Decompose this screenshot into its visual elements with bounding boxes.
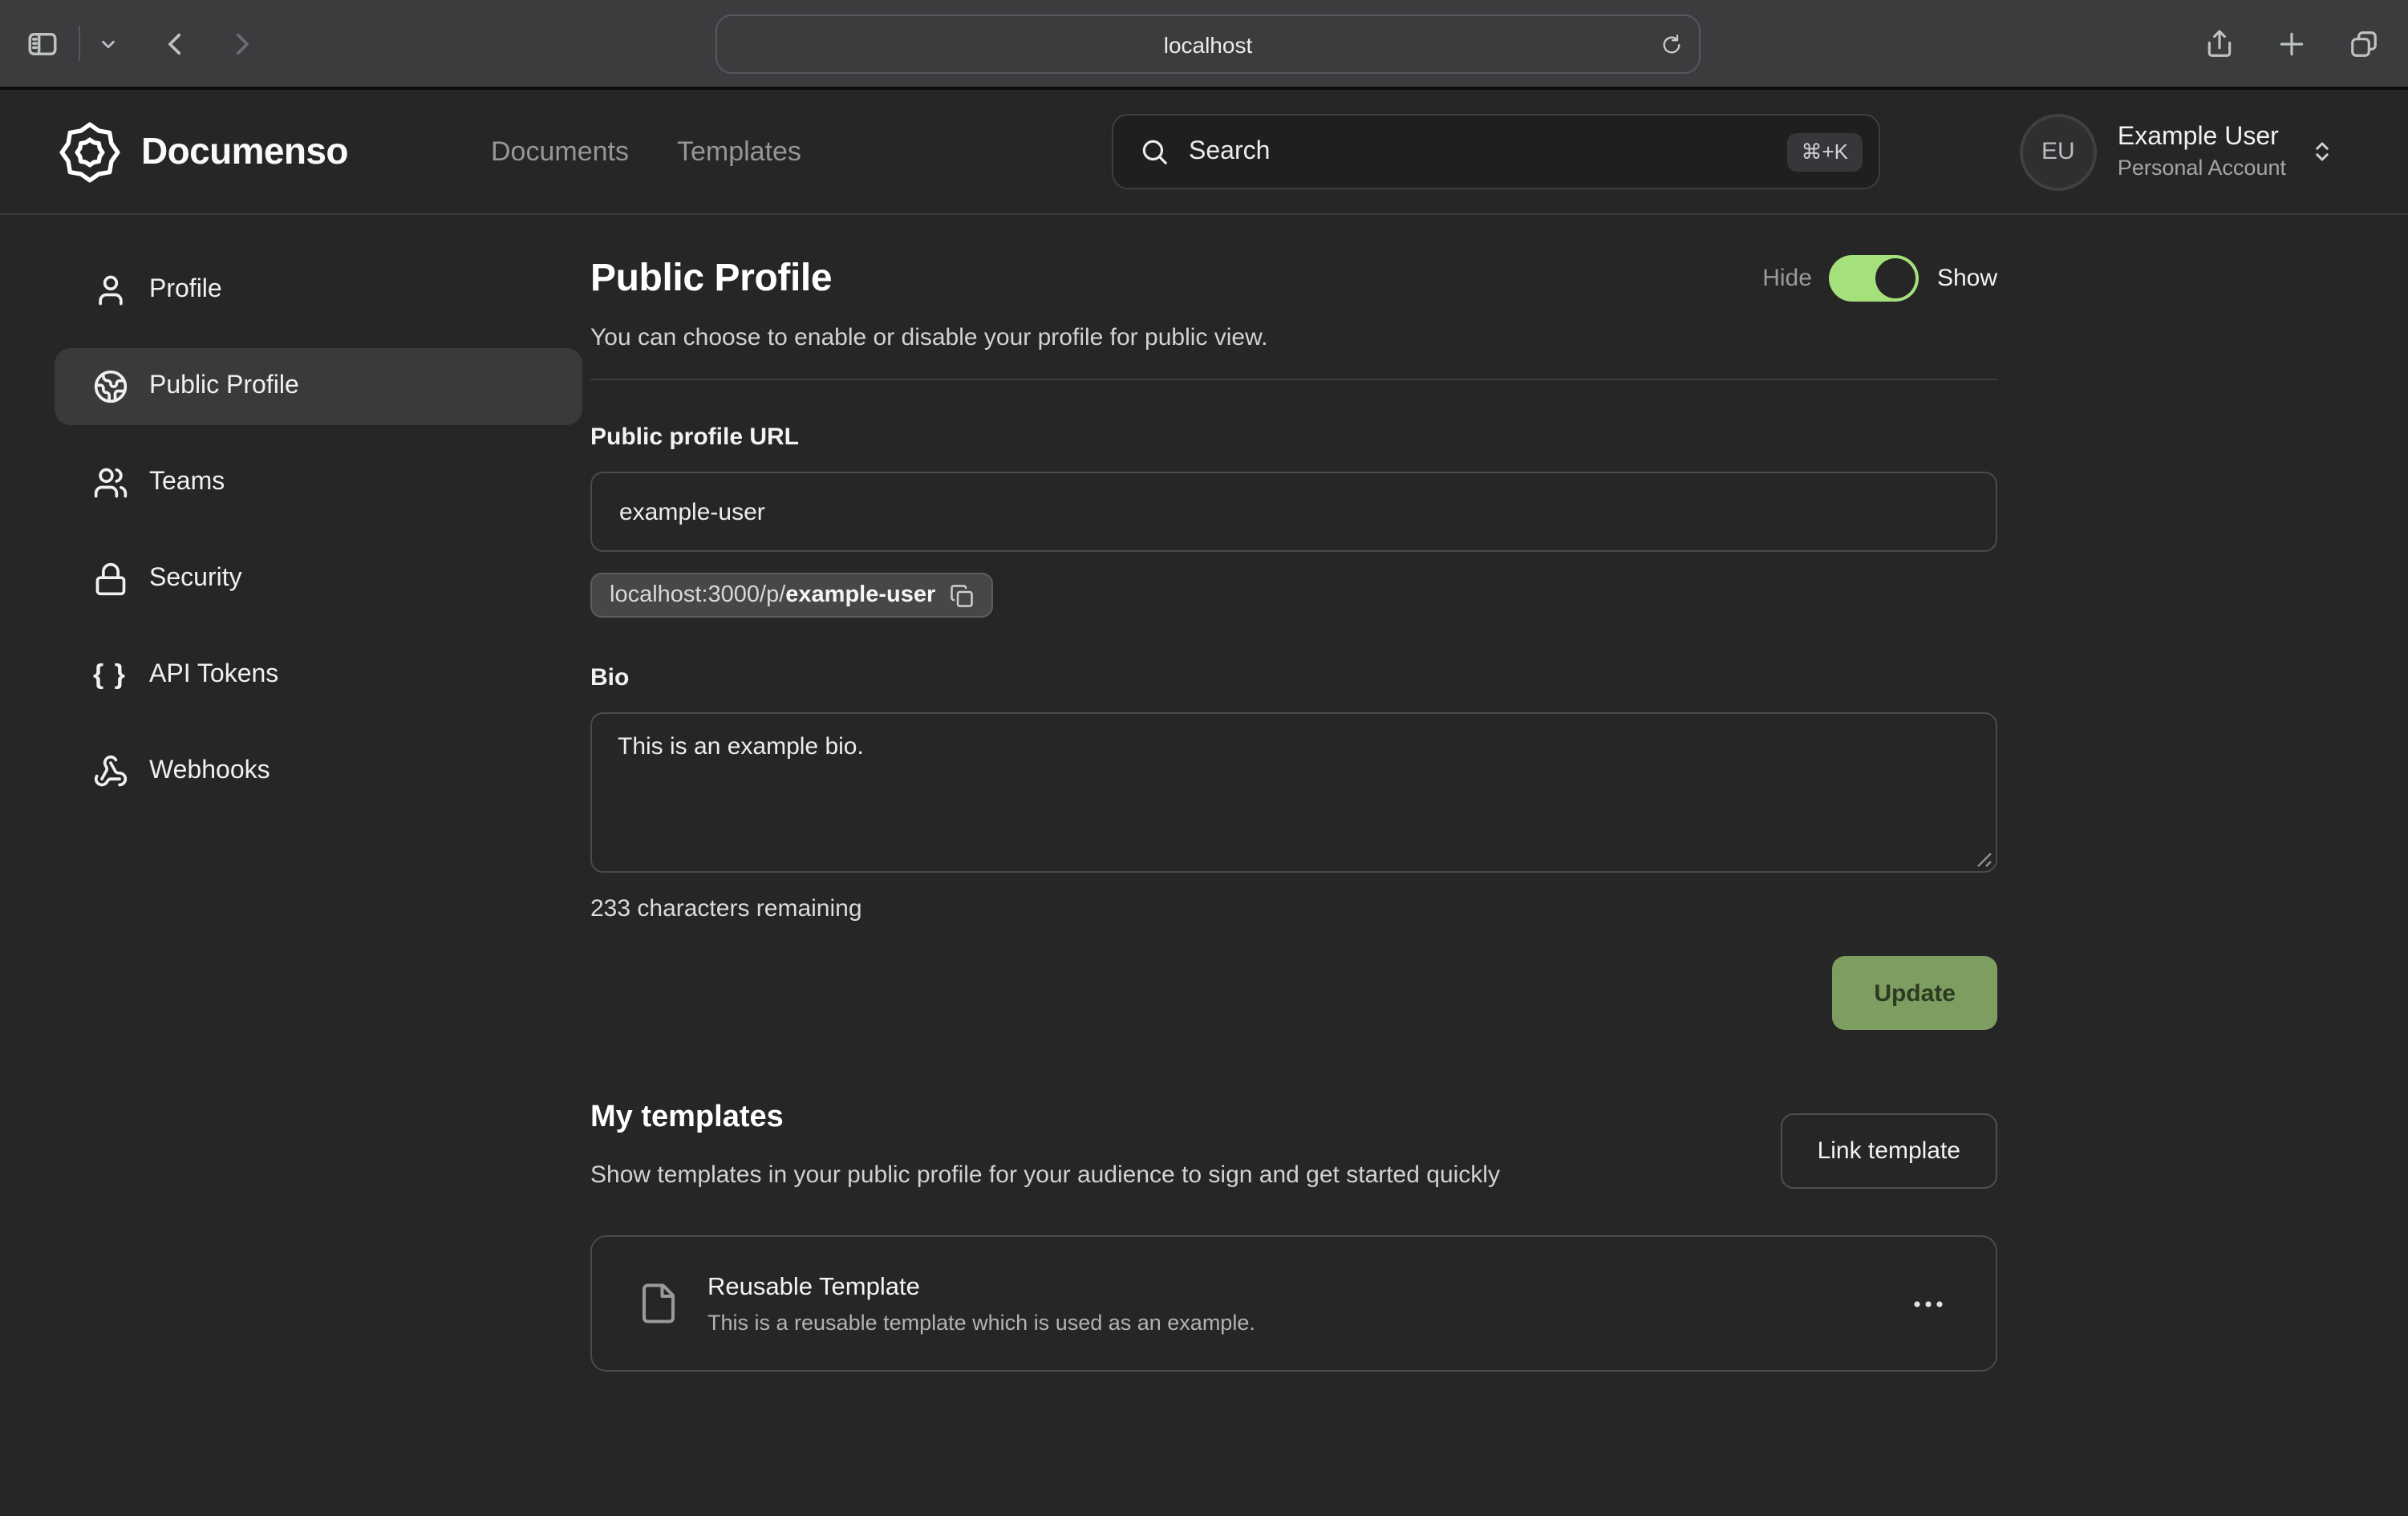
top-nav: Documents Templates xyxy=(491,90,801,213)
search-icon xyxy=(1139,136,1170,167)
brand-name: Documenso xyxy=(141,130,348,173)
account-menu[interactable]: EU Example User Personal Account xyxy=(2020,90,2334,213)
nav-documents[interactable]: Documents xyxy=(491,136,629,168)
tab-overview-icon[interactable] xyxy=(2349,28,2379,59)
sidebar-item-label: Webhooks xyxy=(149,757,270,786)
search-input[interactable]: Search ⌘+K xyxy=(1112,114,1880,189)
sidebar-item-label: Security xyxy=(149,565,242,594)
browser-chrome: localhost xyxy=(0,0,2408,90)
divider xyxy=(590,379,1997,380)
my-templates-title: My templates xyxy=(590,1101,1500,1136)
chevron-down-icon[interactable] xyxy=(99,34,117,52)
new-tab-icon[interactable] xyxy=(2276,28,2307,59)
characters-remaining: 233 characters remaining xyxy=(590,895,1997,922)
profile-link-copy-button[interactable]: localhost:3000/p/example-user xyxy=(590,573,993,618)
brand[interactable]: Documenso xyxy=(59,90,348,213)
my-templates-description: Show templates in your public profile fo… xyxy=(590,1155,1500,1195)
link-template-button[interactable]: Link template xyxy=(1781,1113,1997,1189)
address-bar[interactable]: localhost xyxy=(716,14,1701,74)
profile-link-slug: example-user xyxy=(785,582,935,608)
public-profile-url-input[interactable] xyxy=(590,472,1997,552)
profile-visibility-toggle-group: Hide Show xyxy=(1762,255,1997,302)
ellipsis-icon xyxy=(1912,1299,1944,1308)
sidebar-item-profile[interactable]: Profile xyxy=(55,252,582,329)
bio-textarea[interactable]: This is an example bio. xyxy=(590,712,1997,873)
settings-sidebar: Profile Public Profile Teams Security xyxy=(0,215,590,1372)
profile-visibility-switch[interactable] xyxy=(1830,255,1920,302)
reload-icon[interactable] xyxy=(1660,33,1683,55)
avatar: EU xyxy=(2020,113,2097,190)
toggle-hide-label: Hide xyxy=(1762,265,1812,292)
sidebar-item-label: API Tokens xyxy=(149,661,278,690)
template-name: Reusable Template xyxy=(707,1273,1906,1302)
page-title: Public Profile xyxy=(590,256,832,301)
url-field-label: Public profile URL xyxy=(590,424,1997,451)
template-menu-button[interactable] xyxy=(1906,1292,1951,1315)
main-content: Public Profile Hide Show You can choose … xyxy=(590,215,2408,1372)
lock-icon xyxy=(93,561,128,597)
sidebar-item-label: Public Profile xyxy=(149,372,299,401)
file-icon xyxy=(637,1277,680,1330)
search-placeholder: Search xyxy=(1189,137,1786,166)
user-icon xyxy=(93,273,128,308)
chevrons-up-down-icon xyxy=(2310,140,2334,164)
update-button[interactable]: Update xyxy=(1832,956,1997,1030)
profile-link-prefix: localhost:3000/p/ xyxy=(610,582,785,608)
copy-icon xyxy=(950,583,974,607)
app-window: localhost Documens xyxy=(0,0,2408,1516)
address-bar-url: localhost xyxy=(1164,31,1253,57)
sidebar-item-public-profile[interactable]: Public Profile xyxy=(55,348,582,425)
share-icon[interactable] xyxy=(2204,28,2235,59)
template-description: This is a reusable template which is use… xyxy=(707,1310,1906,1334)
sidebar-item-label: Teams xyxy=(149,468,225,497)
back-icon[interactable] xyxy=(162,30,189,57)
switch-knob xyxy=(1876,258,1916,298)
toggle-show-label: Show xyxy=(1937,265,1997,292)
resize-handle[interactable] xyxy=(1976,852,1992,868)
account-subtitle: Personal Account xyxy=(2118,156,2286,180)
sidebar-item-webhooks[interactable]: Webhooks xyxy=(55,733,582,810)
account-name: Example User xyxy=(2118,124,2286,152)
webhook-icon xyxy=(93,754,128,789)
sidebar-item-security[interactable]: Security xyxy=(55,541,582,618)
sidebar-item-teams[interactable]: Teams xyxy=(55,444,582,521)
page-subtitle: You can choose to enable or disable your… xyxy=(590,324,1997,351)
sidebar-toggle-icon[interactable] xyxy=(26,26,59,60)
braces-icon: { } xyxy=(93,659,128,691)
template-card[interactable]: Reusable Template This is a reusable tem… xyxy=(590,1235,1997,1372)
globe-icon xyxy=(93,369,128,404)
divider xyxy=(79,26,80,61)
documenso-logo-icon xyxy=(59,121,120,182)
nav-templates[interactable]: Templates xyxy=(677,136,801,168)
users-icon xyxy=(93,465,128,501)
forward-icon[interactable] xyxy=(228,30,255,57)
search-shortcut-badge: ⌘+K xyxy=(1786,132,1863,171)
bio-field-label: Bio xyxy=(590,664,1997,691)
sidebar-item-api-tokens[interactable]: { } API Tokens xyxy=(55,637,582,714)
app-header: Documenso Documents Templates Search ⌘+K… xyxy=(0,90,2408,215)
sidebar-item-label: Profile xyxy=(149,276,222,305)
